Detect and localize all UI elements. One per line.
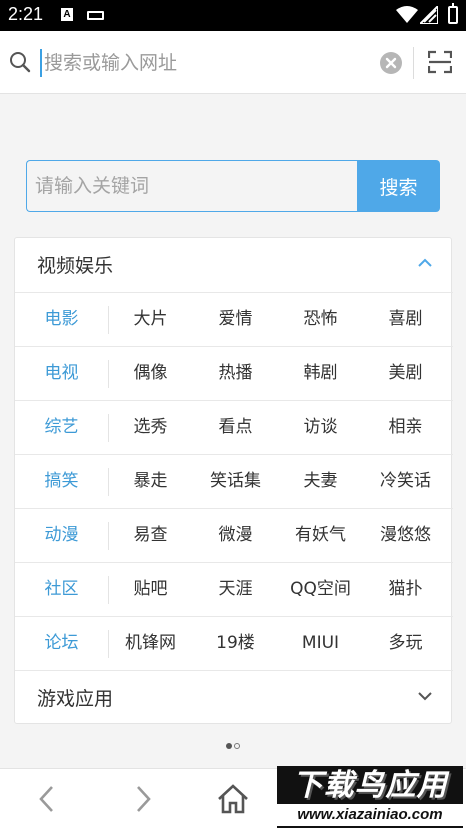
battery-icon (448, 3, 458, 24)
search-icon[interactable] (9, 51, 31, 73)
grid-row: 动漫 易查 微漫 有妖气 漫悠悠 (15, 508, 453, 562)
site-link[interactable]: 易查 (108, 509, 193, 562)
signal-icon (420, 6, 438, 24)
site-link[interactable]: 微漫 (193, 509, 278, 562)
wifi-icon (396, 6, 418, 23)
page-dot-active (226, 743, 232, 749)
site-link[interactable]: 访谈 (278, 401, 363, 454)
grid-row: 论坛 机锋网 19楼 MIUI 多玩 (15, 616, 453, 670)
grid-row: 电影 大片 爱情 恐怖 喜剧 (15, 292, 453, 346)
grid-row: 社区 贴吧 天涯 QQ空间 猫扑 (15, 562, 453, 616)
site-link[interactable]: 笑话集 (193, 455, 278, 508)
category-link[interactable]: 社区 (15, 563, 108, 616)
site-link[interactable]: 19楼 (193, 617, 278, 670)
site-link[interactable]: 多玩 (363, 617, 448, 670)
site-link[interactable]: 热播 (193, 347, 278, 400)
site-link[interactable]: 韩剧 (278, 347, 363, 400)
site-link[interactable]: 偶像 (108, 347, 193, 400)
category-link[interactable]: 动漫 (15, 509, 108, 562)
site-link[interactable]: 美剧 (363, 347, 448, 400)
site-link[interactable]: 喜剧 (363, 293, 448, 346)
forward-icon[interactable] (132, 783, 154, 815)
category-link[interactable]: 电影 (15, 293, 108, 346)
chevron-up-icon[interactable] (417, 257, 433, 269)
back-icon[interactable] (36, 783, 58, 815)
keyword-input[interactable] (26, 160, 357, 212)
chevron-down-icon[interactable] (417, 690, 433, 702)
watermark: 下载鸟应用 www.xiazainiao.com (277, 766, 463, 828)
category-link[interactable]: 搞笑 (15, 455, 108, 508)
site-link[interactable]: 冷笑话 (363, 455, 448, 508)
site-link[interactable]: 猫扑 (363, 563, 448, 616)
section-title: 视频娱乐 (37, 255, 114, 277)
category-link[interactable]: 综艺 (15, 401, 108, 454)
site-link[interactable]: 漫悠悠 (363, 509, 448, 562)
watermark-url: www.xiazainiao.com (277, 804, 463, 826)
status-bar: 2:21 A (0, 0, 466, 31)
watermark-logo: 下载鸟应用 (292, 768, 448, 803)
keyword-search-button[interactable]: 搜索 (357, 160, 440, 212)
site-link[interactable]: 恐怖 (278, 293, 363, 346)
site-link[interactable]: 爱情 (193, 293, 278, 346)
site-link[interactable]: 相亲 (363, 401, 448, 454)
site-link[interactable]: 贴吧 (108, 563, 193, 616)
grid-row: 搞笑 暴走 笑话集 夫妻 冷笑话 (15, 454, 453, 508)
site-link[interactable]: 机锋网 (108, 617, 193, 670)
scan-icon[interactable] (428, 50, 452, 74)
status-time: 2:21 (8, 4, 44, 24)
section-header-games[interactable]: 游戏应用 (15, 670, 453, 724)
section-title: 游戏应用 (37, 688, 114, 710)
keyword-search: 搜索 (26, 160, 440, 212)
url-input[interactable] (40, 49, 370, 77)
site-link[interactable]: 有妖气 (278, 509, 363, 562)
clear-icon[interactable] (380, 52, 402, 74)
site-link[interactable]: QQ空间 (278, 563, 363, 616)
grid-row: 电视 偶像 热播 韩剧 美剧 (15, 346, 453, 400)
site-link[interactable]: 暴走 (108, 455, 193, 508)
grid-row: 综艺 选秀 看点 访谈 相亲 (15, 400, 453, 454)
a-notification-icon: A (61, 8, 73, 21)
navigation-panel: 视频娱乐 电影 大片 爱情 恐怖 喜剧 电视 偶像 热播 韩剧 美剧 综艺 选秀 看点 访谈 相亲 搞笑 暴走笑… (14, 237, 453, 724)
keyboard-icon (87, 11, 104, 20)
url-bar-divider (413, 47, 414, 79)
site-link[interactable]: 大片 (108, 293, 193, 346)
section-header-video[interactable]: 视频娱乐 (15, 238, 453, 292)
site-link[interactable]: 天涯 (193, 563, 278, 616)
site-link[interactable]: 看点 (193, 401, 278, 454)
site-link[interactable]: 夫妻 (278, 455, 363, 508)
category-link[interactable]: 论坛 (15, 617, 108, 670)
page-dot (234, 743, 240, 749)
category-link[interactable]: 电视 (15, 347, 108, 400)
site-link[interactable]: MIUI (278, 617, 363, 670)
site-link[interactable]: 选秀 (108, 401, 193, 454)
home-icon[interactable] (216, 783, 250, 815)
